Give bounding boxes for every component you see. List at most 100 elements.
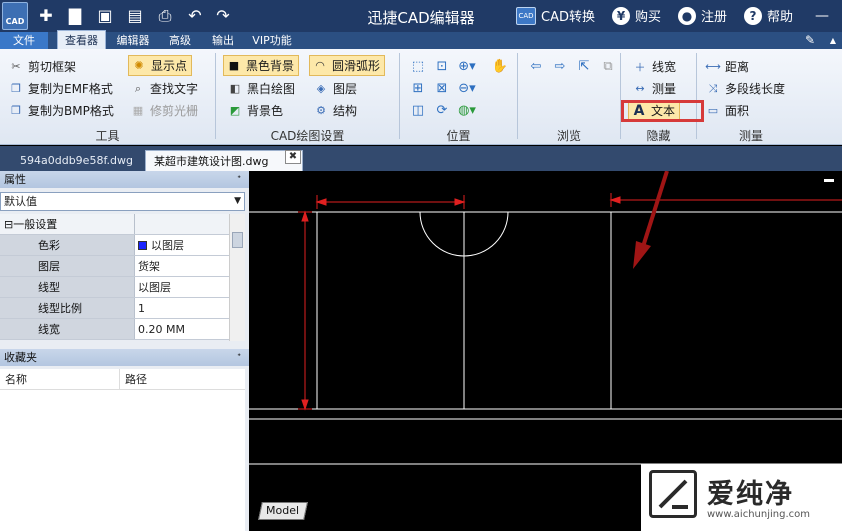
- bw-drawing-button[interactable]: ◧ 黑白绘图: [227, 78, 295, 99]
- property-preset-select[interactable]: 默认值 ▼: [0, 192, 245, 211]
- property-key: 图层: [0, 256, 135, 276]
- edit-pen-icon[interactable]: ✎: [800, 32, 820, 49]
- zoom-out-icon[interactable]: ⊖▾: [457, 78, 477, 98]
- app-logo[interactable]: CAD: [2, 2, 28, 30]
- group-label-tools: 工具: [95, 129, 120, 143]
- view-rotate-icon[interactable]: ⟳: [432, 100, 452, 120]
- yen-icon: ¥: [612, 6, 630, 25]
- minimize-icon[interactable]: —: [810, 4, 834, 28]
- user-icon: ●: [678, 6, 696, 25]
- print-icon[interactable]: ⎙: [153, 4, 177, 28]
- show-points-button[interactable]: ✺ 显示点: [128, 55, 193, 76]
- watermark: 爱纯净 www.aichunjing.com: [641, 464, 842, 531]
- group-label-browse: 浏览: [556, 129, 581, 143]
- close-tab-icon[interactable]: ✖: [285, 150, 301, 164]
- column-name[interactable]: 名称: [0, 369, 120, 389]
- property-scrollbar[interactable]: [229, 214, 245, 341]
- column-path[interactable]: 路径: [120, 369, 147, 389]
- help-button[interactable]: ? 帮助: [744, 6, 793, 25]
- zoom-window-icon[interactable]: ⊡: [432, 56, 452, 76]
- open-folder-icon[interactable]: ▇: [63, 4, 87, 28]
- tab-document-1[interactable]: 594a0ddb9e58f.dwg: [12, 150, 141, 171]
- pan-hand-icon[interactable]: ✋: [490, 56, 510, 76]
- trim-raster-button[interactable]: ▦ 修剪光栅: [130, 100, 198, 121]
- background-color-button[interactable]: ◩ 背景色: [227, 100, 283, 121]
- next-view-icon[interactable]: ⇨: [550, 56, 570, 76]
- tab-document-2[interactable]: 某超市建筑设计图.dwg: [145, 150, 303, 171]
- show-points-icon: ✺: [134, 59, 144, 72]
- show-points-label: 显示点: [151, 59, 188, 73]
- menu-output[interactable]: 输出: [203, 32, 243, 49]
- fit-drawing-icon[interactable]: ⊞: [408, 78, 428, 98]
- menu-advanced[interactable]: 高级: [160, 32, 200, 49]
- background-color-label: 背景色: [247, 104, 284, 118]
- previous-view-icon[interactable]: ⇦: [526, 56, 546, 76]
- text-toggle-button[interactable]: A 文本: [628, 100, 681, 121]
- collapse-icon: ⊟: [4, 218, 14, 231]
- cad-convert-label: CAD转换: [541, 10, 595, 25]
- copy-emf-button[interactable]: ❐ 复制为EMF格式: [8, 78, 113, 99]
- zoom-extents-icon[interactable]: ⊠: [432, 78, 452, 98]
- dimension-arrow: [609, 196, 621, 204]
- smooth-arc-icon: ◠: [315, 59, 325, 72]
- new-icon[interactable]: ✚: [34, 4, 58, 28]
- area-button[interactable]: ▭ 面积: [705, 100, 749, 121]
- menu-file[interactable]: 文件: [0, 32, 48, 49]
- property-row-layer[interactable]: 图层 货架: [0, 256, 229, 277]
- scissors-icon: ✂: [11, 60, 21, 73]
- property-key: 色彩: [0, 235, 135, 255]
- favorites-list[interactable]: [0, 390, 245, 531]
- buy-button[interactable]: ¥ 购买: [612, 6, 661, 25]
- buy-label: 购买: [635, 10, 662, 25]
- favorites-header: 收藏夹 ᐩ: [0, 349, 249, 366]
- color-swatch: [138, 240, 147, 250]
- text-toggle-label: 文本: [651, 104, 676, 118]
- ribbon-collapse-icon[interactable]: ▲: [826, 32, 840, 49]
- line-width-button[interactable]: ＋ 线宽: [632, 56, 677, 77]
- pin-icon[interactable]: ᐩ: [237, 171, 241, 188]
- property-section[interactable]: ⊟一般设置: [0, 214, 229, 235]
- property-row-linetype[interactable]: 线型 以图层: [0, 277, 229, 298]
- measure-toggle-button[interactable]: ↔ 测量: [632, 78, 676, 99]
- property-value: 以图层: [151, 238, 184, 252]
- polyline-length-icon: ⤨: [708, 81, 718, 95]
- find-text-button[interactable]: ⌕ 查找文字: [130, 78, 198, 99]
- menu-editor[interactable]: 编辑器: [110, 32, 156, 49]
- property-row-linetype-scale[interactable]: 线型比例 1: [0, 298, 229, 319]
- distance-button[interactable]: ⟷ 距离: [705, 56, 749, 77]
- undo-icon[interactable]: ↶: [183, 4, 207, 28]
- layers-button[interactable]: ◈ 图层: [313, 78, 357, 99]
- view-3d-icon[interactable]: ◫: [408, 100, 428, 120]
- structure-icon: ⚙: [316, 104, 326, 117]
- save-icon[interactable]: ▣: [93, 4, 117, 28]
- smooth-arc-button[interactable]: ◠ 圆滑弧形: [309, 55, 386, 76]
- minimize-view-icon[interactable]: [824, 179, 834, 182]
- find-text-icon: ⌕: [134, 81, 142, 95]
- model-layout-tab[interactable]: Model: [258, 502, 308, 520]
- zoom-in-icon[interactable]: ⊕▾: [457, 56, 477, 76]
- menu-vip[interactable]: VIP功能: [247, 32, 297, 49]
- structure-button[interactable]: ⚙ 结构: [313, 100, 357, 121]
- save-as-icon[interactable]: ▤: [123, 4, 147, 28]
- polyline-length-label: 多段线长度: [725, 82, 786, 96]
- copy-bmp-button[interactable]: ❐ 复制为BMP格式: [8, 100, 114, 121]
- property-value: 货架: [135, 256, 229, 276]
- line-width-label: 线宽: [652, 60, 677, 74]
- clip-view-icon[interactable]: ⧉: [598, 56, 618, 76]
- cad-convert-button[interactable]: CAD CAD转换: [516, 6, 595, 25]
- redo-icon[interactable]: ↷: [211, 4, 235, 28]
- pan-region-icon[interactable]: ⬚: [408, 56, 428, 76]
- pin-icon[interactable]: ᐩ: [237, 349, 241, 366]
- black-background-button[interactable]: ■ 黑色背景: [223, 55, 300, 76]
- polyline-length-button[interactable]: ⤨ 多段线长度: [705, 78, 785, 99]
- scrollbar-thumb[interactable]: [232, 232, 243, 248]
- register-button[interactable]: ● 注册: [678, 6, 727, 25]
- dimension-arrow: [454, 198, 466, 206]
- export-view-icon[interactable]: ⇱: [574, 56, 594, 76]
- property-row-line-width[interactable]: 线宽 0.20 MM: [0, 319, 229, 340]
- menu-viewer[interactable]: 查看器: [57, 30, 106, 49]
- orbit-icon[interactable]: ◍▾: [457, 100, 477, 120]
- left-panel: 属性 ᐩ 默认值 ▼ ⊟一般设置 色彩 以图层 图层 货架 线型 以图层 线型比…: [0, 171, 249, 531]
- property-row-color[interactable]: 色彩 以图层: [0, 235, 229, 256]
- crop-frame-button[interactable]: ✂ 剪切框架: [8, 56, 76, 77]
